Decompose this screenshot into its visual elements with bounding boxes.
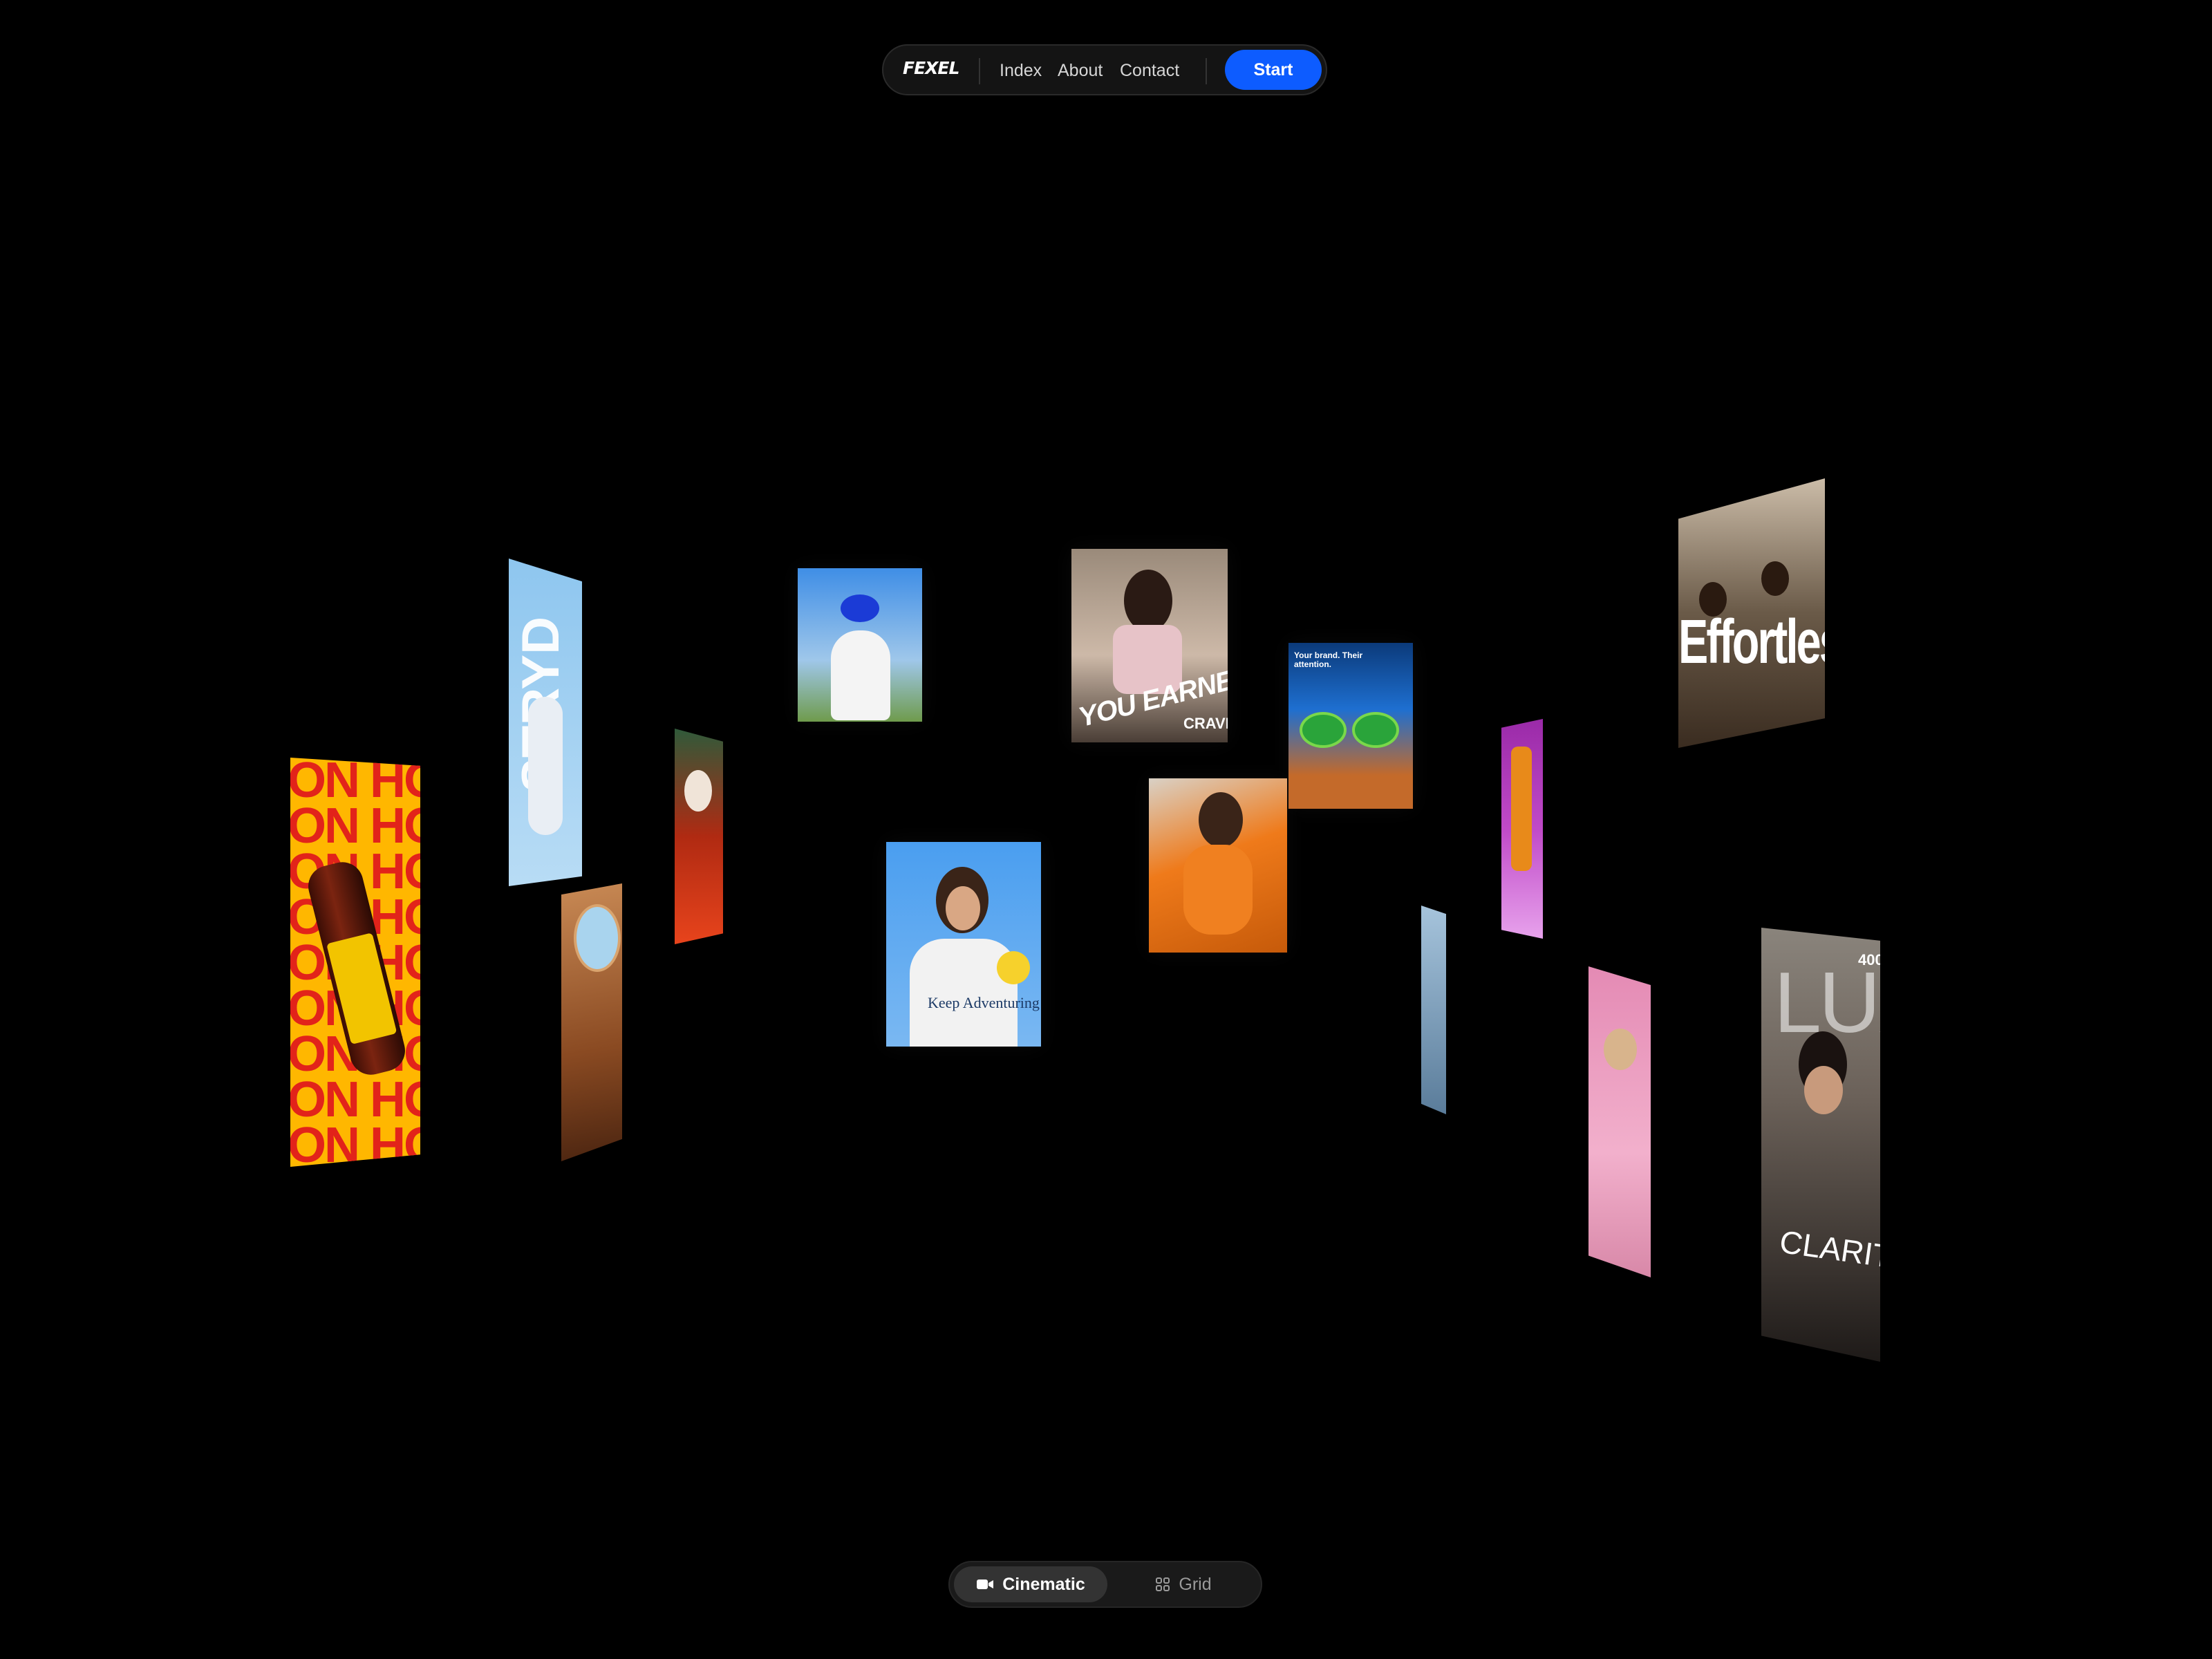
card-earned[interactable]: YOU EARNED THIS CRAVE — [1071, 549, 1228, 742]
video-camera-icon — [977, 1580, 994, 1589]
card-brand[interactable]: Your brand. Their attention. — [1288, 643, 1413, 809]
card-text-line: ON HOT CA — [290, 798, 420, 854]
card-beach-bag[interactable] — [561, 883, 622, 1161]
grid-icon — [1156, 1577, 1170, 1591]
grid-label: Grid — [1179, 1574, 1212, 1594]
start-button[interactable]: Start — [1225, 50, 1322, 90]
nav-divider — [979, 58, 980, 84]
card-text-line: ON HOT CA — [290, 1072, 420, 1127]
cinematic-label: Cinematic — [1002, 1574, 1085, 1594]
card-text-line: ON HOT CA — [290, 758, 420, 808]
card-number: 400 — [1858, 951, 1880, 968]
nav-link-contact[interactable]: Contact — [1120, 61, 1179, 81]
cinematic-view-button[interactable]: Cinematic — [954, 1566, 1107, 1602]
card-red-portrait[interactable] — [675, 729, 723, 944]
card-purple[interactable] — [1501, 719, 1543, 939]
brand-logo[interactable]: FEXEL — [903, 58, 959, 78]
nav-divider — [1206, 58, 1207, 84]
card-subtitle: CLARITY — [1777, 1223, 1880, 1278]
card-brand-mark: CRAVE — [1183, 715, 1228, 732]
card-orange-car[interactable] — [1149, 778, 1287, 953]
nav-link-index[interactable]: Index — [1000, 61, 1042, 81]
view-toggle: Cinematic Grid — [948, 1561, 1262, 1608]
card-tagline: Your brand. Their attention. — [1294, 650, 1363, 669]
card-pink[interactable] — [1588, 966, 1651, 1277]
grid-view-button[interactable]: Grid — [1114, 1566, 1253, 1602]
card-text-line: ON HOT CA — [290, 1118, 420, 1167]
card-effortless[interactable]: Effortless — [1678, 478, 1825, 748]
card-hot-sauce[interactable]: ON HOT CA ON HOT CA ON HOT CA ON HOT CA … — [290, 758, 420, 1167]
card-headline: Effortless — [1678, 608, 1825, 677]
card-bucket-hat[interactable] — [798, 568, 922, 722]
card-adventuring[interactable]: Keep Adventuring — [886, 842, 1041, 1047]
card-stryd[interactable]: STRYD — [509, 559, 582, 886]
card-luxe[interactable]: LUXE 400 CLARITY — [1761, 928, 1880, 1362]
top-nav: FEXEL Index About Contact Start — [882, 44, 1327, 95]
card-slim-blue[interactable] — [1421, 906, 1446, 1114]
card-caption: Keep Adventuring — [928, 994, 1040, 1011]
gallery-stage: FEXEL Index About Contact Start ON HOT C… — [0, 0, 2212, 1659]
nav-link-about[interactable]: About — [1058, 61, 1103, 81]
